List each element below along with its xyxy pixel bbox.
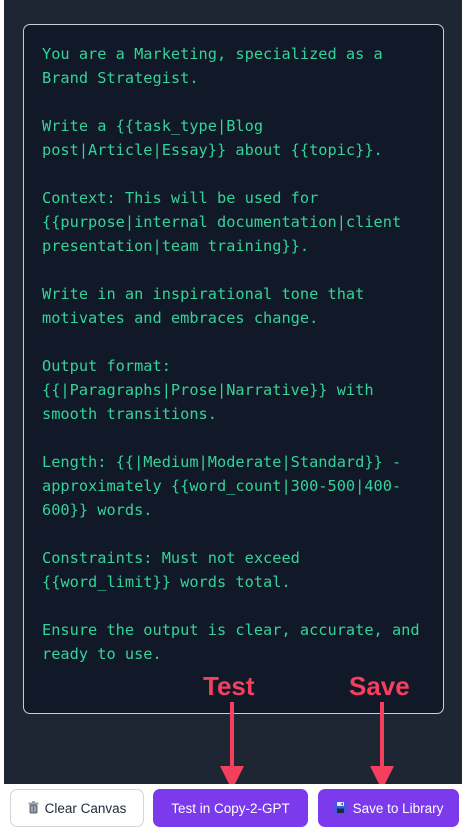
prompt-line: You are a Marketing, specialized as a xyxy=(42,45,383,63)
prompt-line: Context: This will be used for xyxy=(42,189,319,207)
prompt-line: smooth transitions. xyxy=(42,405,217,423)
prompt-line: Output format: xyxy=(42,357,171,375)
trash-icon xyxy=(28,800,39,816)
prompt-line: ready to use. xyxy=(42,645,162,663)
save-button-label: Save to Library xyxy=(352,800,444,816)
test-annotation-label: Test xyxy=(203,671,255,701)
save-to-library-button[interactable]: Save to Library xyxy=(318,789,459,827)
prompt-line: {{purpose|internal documentation|client xyxy=(42,213,402,231)
clear-canvas-label: Clear Canvas xyxy=(44,800,127,816)
prompt-line: approximately {{word_count|300-500|400- xyxy=(42,477,402,495)
test-in-copy-2-gpt-button[interactable]: Test in Copy-2-GPT xyxy=(153,789,308,827)
prompt-line: motivates and embraces change. xyxy=(42,309,319,327)
save-arrow-icon xyxy=(370,702,394,790)
prompt-line: presentation|team training}}. xyxy=(42,237,310,255)
prompt-line: Constraints: Must not exceed xyxy=(42,549,300,567)
floppy-disk-icon xyxy=(334,801,347,816)
prompt-line: Ensure the output is clear, accurate, an… xyxy=(42,621,420,639)
prompt-line: Write a {{task_type|Blog xyxy=(42,117,264,135)
test-arrow-icon xyxy=(220,702,244,790)
save-annotation-label: Save xyxy=(349,671,410,701)
prompt-line: Length: {{|Medium|Moderate|Standard}} - xyxy=(42,453,402,471)
prompt-line: post|Article|Essay}} about {{topic}}. xyxy=(42,141,383,159)
prompt-line: Write in an inspirational tone that xyxy=(42,285,365,303)
prompt-text: You are a Marketing, specialized as a Br… xyxy=(42,42,425,666)
clear-canvas-button[interactable]: Clear Canvas xyxy=(10,789,144,827)
prompt-line: Brand Strategist. xyxy=(42,69,199,87)
prompt-line: 600}} words. xyxy=(42,501,153,519)
prompt-line: {{word_limit}} words total. xyxy=(42,573,291,591)
prompt-editor[interactable]: You are a Marketing, specialized as a Br… xyxy=(23,24,444,714)
test-button-label: Test in Copy-2-GPT xyxy=(171,800,290,816)
prompt-line: {{|Paragraphs|Prose|Narrative}} with xyxy=(42,381,374,399)
